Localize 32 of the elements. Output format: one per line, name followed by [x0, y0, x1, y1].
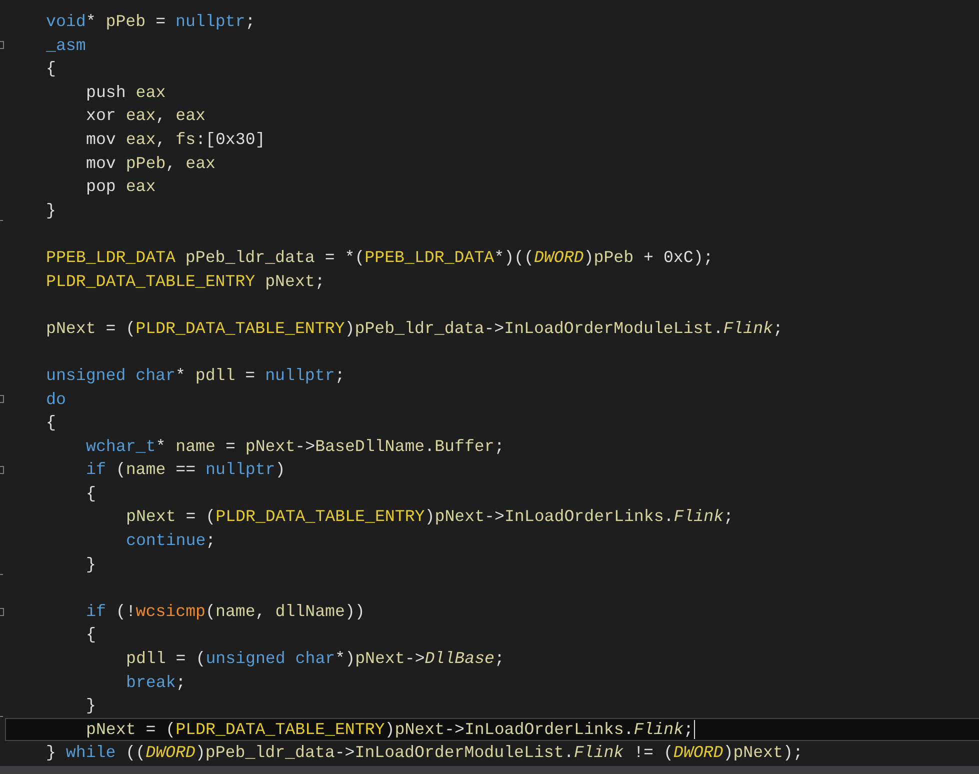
code-line: PLDR_DATA_TABLE_ENTRY pNext; — [45, 270, 326, 293]
code-line: wchar_t* name = pNext->BaseDllName.Buffer; — [85, 436, 506, 458]
collapse-box-icon[interactable] — [0, 395, 4, 404]
code-line: } — [85, 554, 97, 576]
code-line: PPEB_LDR_DATA pPeb_ldr_data = *(PPEB_LDR_DATA*)((DWORD)pPeb + 0xC); — [45, 246, 714, 269]
code-line: _asm — [45, 34, 87, 57]
code-line: if (name == nullptr) — [85, 459, 286, 482]
code-line: } — [45, 200, 57, 222]
code-line: { — [85, 624, 97, 646]
code-line: { — [85, 482, 97, 505]
code-line: pNext = (PLDR_DATA_TABLE_ENTRY)pNext->InLoadOrderLinks.Flink; — [125, 506, 735, 528]
code-line: pdll = (unsigned char*)pNext->DllBase; — [125, 648, 506, 670]
code-line: { — [45, 58, 57, 80]
code-line: break; — [125, 672, 187, 694]
code-line: mov eax, fs:[0x30] — [85, 128, 266, 151]
code-line: push eax — [85, 82, 167, 104]
collapse-box-icon[interactable] — [0, 608, 4, 616]
code-line: xor eax, eax — [85, 105, 207, 128]
collapse-box-icon[interactable] — [0, 41, 4, 50]
horizontal-scrollbar[interactable] — [0, 766, 979, 774]
code-line: { — [45, 412, 57, 434]
collapse-box-icon[interactable] — [0, 466, 4, 474]
code-line: } — [85, 695, 97, 718]
code-line: if (!wcsicmp(name, dllName)) — [85, 600, 366, 623]
code-line: do — [45, 388, 67, 410]
code-line: continue; — [125, 530, 217, 552]
code-line: mov pPeb, eax — [85, 152, 216, 175]
code-line: unsigned char* pdll = nullptr; — [45, 364, 346, 387]
code-line: pop eax — [85, 176, 157, 198]
code-line: } while ((DWORD)pPeb_ldr_data->InLoadOrderModuleList.Flink != (DWORD)pNext); — [45, 742, 804, 764]
code-line: void* pPeb = nullptr; — [45, 11, 256, 33]
code-line: pNext = (PLDR_DATA_TABLE_ENTRY)pPeb_ldr_data->InLoadOrderModuleList.Flink; — [45, 318, 784, 340]
